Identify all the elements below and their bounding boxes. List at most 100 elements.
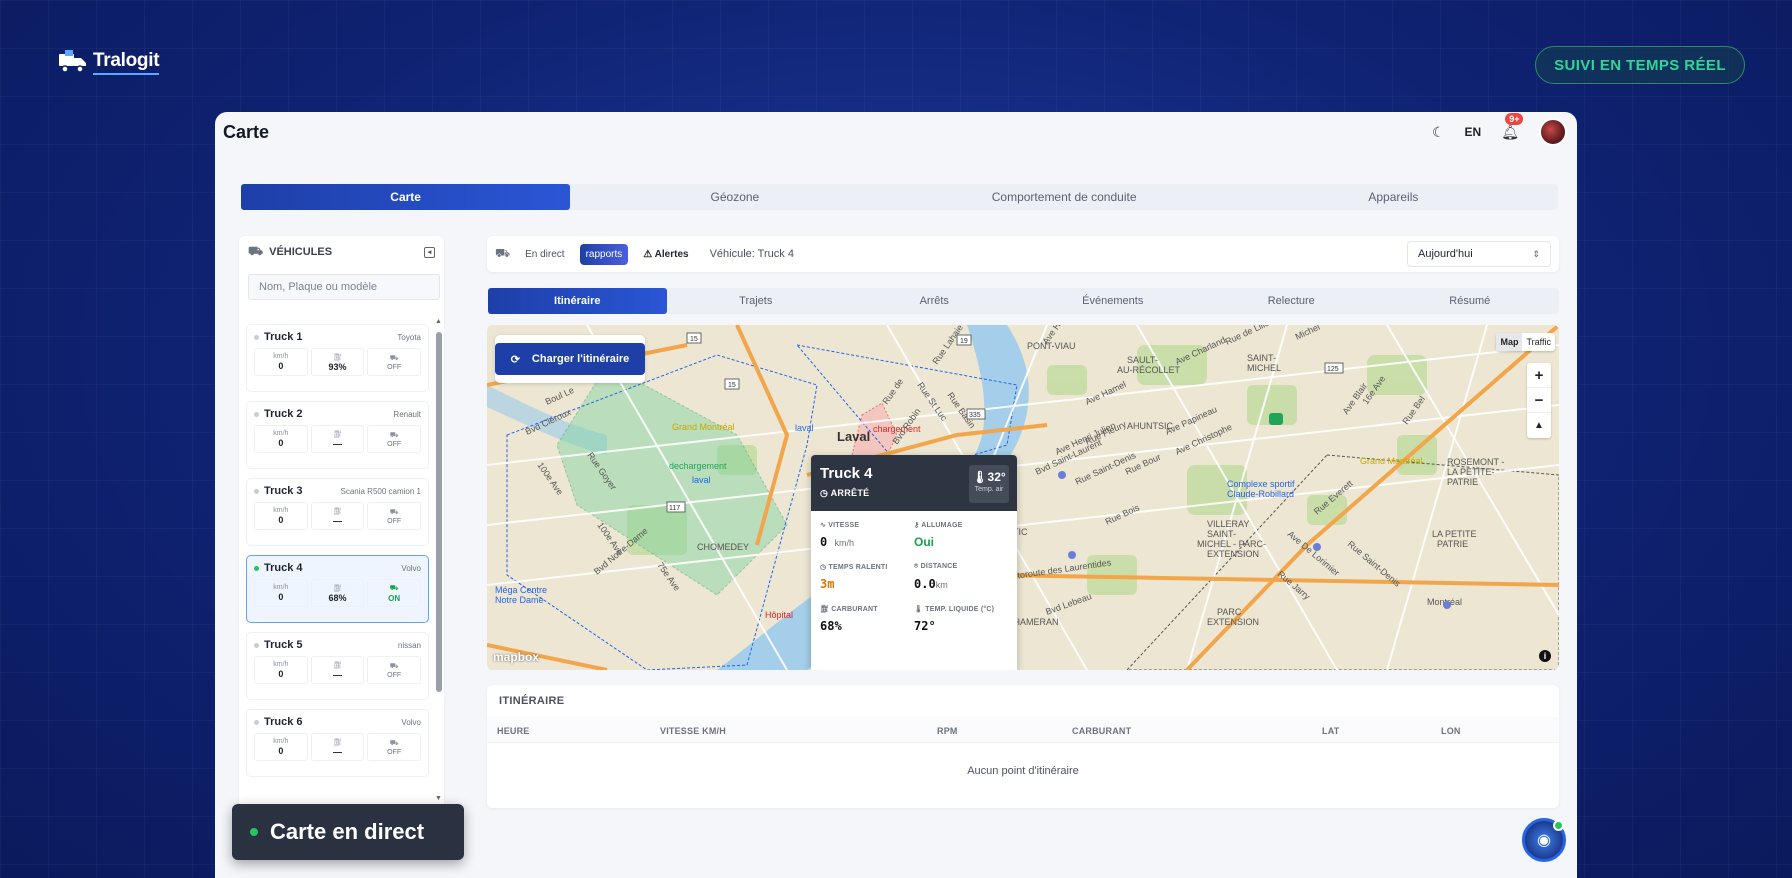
metro-icon xyxy=(1269,413,1283,425)
brand-logo[interactable]: Tralogit xyxy=(57,48,160,76)
language-toggle[interactable]: EN xyxy=(1465,125,1482,139)
tab-itineraire[interactable]: Itinéraire xyxy=(488,288,667,314)
thermometer-icon: 🌡︎ xyxy=(914,606,924,613)
assistant-chat-button[interactable]: ◉ xyxy=(1522,818,1566,862)
tab-trajets[interactable]: Trajets xyxy=(667,288,846,314)
load-route-button[interactable]: ⟳ Charger l'itinéraire xyxy=(495,343,645,375)
scroll-down-icon[interactable]: ▼ xyxy=(435,795,442,802)
map-type-traffic[interactable]: Traffic xyxy=(1522,333,1555,351)
status-dot xyxy=(254,488,259,494)
place-parc: PARC xyxy=(1217,607,1242,617)
speed-value: 0 xyxy=(278,438,284,448)
live-button[interactable]: En direct xyxy=(519,244,570,265)
tab-evenements[interactable]: Événements xyxy=(1024,288,1203,314)
vehicle-search-input[interactable]: Nom, Plaque ou modèle xyxy=(248,274,440,300)
air-temp-value: 32° xyxy=(987,470,1006,484)
tab-comportement[interactable]: Comportement de conduite xyxy=(900,184,1229,210)
pin-icon: ⌾ xyxy=(914,563,919,570)
mapbox-logo[interactable]: mapbox xyxy=(493,650,539,664)
scroll-up-icon[interactable]: ▲ xyxy=(435,318,442,325)
zoom-out-icon[interactable]: − xyxy=(1527,388,1551,413)
live-map-toast: Carte en direct xyxy=(232,804,464,860)
route-15-b: 15 xyxy=(728,382,736,389)
speed-value: 0 xyxy=(278,746,284,756)
page-title: Carte xyxy=(223,122,270,142)
toast-text: Carte en direct xyxy=(270,819,425,844)
ignition-stat: ⛟ OFF xyxy=(367,425,422,453)
tab-arrets[interactable]: Arrêts xyxy=(845,288,1024,314)
tab-resume[interactable]: Résumé xyxy=(1381,288,1560,314)
vehicle-card-truck-3[interactable]: Truck 3 Scania R500 camion 1 km/h 0 ⛽︎ — ⛟ O… xyxy=(246,478,429,546)
col-heure[interactable]: HEURE xyxy=(497,726,530,736)
metric-value: 3m xyxy=(820,577,835,591)
load-route-panel: ⟳ Charger l'itinéraire xyxy=(495,335,645,383)
ignition-stat: ⛟ OFF xyxy=(367,502,422,530)
vehicle-card-truck-5[interactable]: Truck 5 nissan km/h 0 ⛽︎ — ⛟ OFF xyxy=(246,632,429,700)
ignition-value: OFF xyxy=(387,363,402,371)
col-lat[interactable]: LAT xyxy=(1322,726,1339,736)
poi-icon xyxy=(1443,601,1451,609)
place-hopital: Hôpital xyxy=(765,610,793,620)
moon-icon[interactable]: ☾ xyxy=(1432,124,1445,141)
geofence-label-laval: laval xyxy=(692,475,711,485)
col-carburant[interactable]: CARBURANT xyxy=(1072,726,1131,736)
col-vitesse[interactable]: VITESSE KM/H xyxy=(660,726,726,736)
map-canvas: Laval PONT-VIAU SAULT- AU-RÉCOLLET SAINT… xyxy=(487,325,1559,670)
itinerary-panel: ITINÉRAIRE HEURE VITESSE KM/H RPM CARBUR… xyxy=(487,685,1559,808)
live-tracking-badge[interactable]: SUIVI EN TEMPS RÉEL xyxy=(1535,46,1745,84)
reports-button[interactable]: rapports xyxy=(579,243,629,265)
fuel-stat: ⛽︎ — xyxy=(310,425,365,453)
clock-icon: ◷ xyxy=(820,488,829,498)
col-rpm[interactable]: RPM xyxy=(937,726,958,736)
metric-value: 68% xyxy=(820,619,842,633)
alerts-button[interactable]: ⚠ Alertes xyxy=(637,244,694,265)
vehicle-card-truck-6[interactable]: Truck 6 Volvo km/h 0 ⛽︎ — ⛟ OFF xyxy=(246,709,429,777)
chevron-updown-icon: ⇕ xyxy=(1532,248,1540,259)
metric-fuel: ⛽︎ CARBURANT 68% xyxy=(820,605,914,633)
place-chomedey: CHOMEDEY xyxy=(697,542,749,552)
tab-appareils[interactable]: Appareils xyxy=(1229,184,1558,210)
metric-value: 72° xyxy=(914,619,936,633)
bell-icon[interactable]: 🔔︎ 9+ xyxy=(1501,112,1524,141)
avatar[interactable] xyxy=(1539,118,1567,146)
metric-distance: ⌾ DISTANCE 0.0km xyxy=(914,563,1008,591)
fuel-icon: ⛽︎ xyxy=(820,606,830,613)
brand-name: Tralogit xyxy=(93,50,160,75)
map-view[interactable]: Laval PONT-VIAU SAULT- AU-RÉCOLLET SAINT… xyxy=(487,325,1559,670)
ignition-stat: ⛟ OFF xyxy=(367,656,422,684)
geofence-label-dechargement: dechargement xyxy=(669,461,727,471)
vehicle-card-truck-4[interactable]: Truck 4 Volvo km/h 0 ⛽︎ 68% ⛟ ON xyxy=(246,555,429,623)
zoom-in-icon[interactable]: + xyxy=(1527,363,1551,388)
fuel-icon: ⛽︎ xyxy=(333,661,342,669)
sidebar-title: VÉHICULES xyxy=(269,246,333,258)
tab-relecture[interactable]: Relecture xyxy=(1202,288,1381,314)
speed-stat: km/h 0 xyxy=(254,502,308,530)
vehicle-card-truck-2[interactable]: Truck 2 Renault km/h 0 ⛽︎ — ⛟ OFF xyxy=(246,401,429,469)
map-type-map[interactable]: Map xyxy=(1496,333,1523,351)
place-patrie: PATRIE xyxy=(1447,477,1478,487)
vehicle-card-truck-1[interactable]: Truck 1 Toyota km/h 0 ⛽︎ 93% ⛟ OFF xyxy=(246,324,429,392)
place-notre-dame: Notre Dame xyxy=(495,595,544,605)
speed-value: 0 xyxy=(278,361,284,371)
tab-carte[interactable]: Carte xyxy=(241,184,571,210)
sidebar-header: ⛟ VÉHICULES ◂ xyxy=(239,236,444,268)
collapse-sidebar-icon[interactable]: ◂ xyxy=(424,246,435,258)
fuel-stat: ⛽︎ — xyxy=(310,502,365,530)
col-lon[interactable]: LON xyxy=(1441,726,1461,736)
metric-ignition: ⚷ ALLUMAGE Oui xyxy=(914,521,1008,549)
info-icon[interactable]: i xyxy=(1539,650,1551,662)
tab-geozone[interactable]: Géozone xyxy=(570,184,899,210)
metric-unit: km/h xyxy=(834,538,854,548)
metric-value: 0.0 xyxy=(914,577,936,591)
truck-logo-icon xyxy=(57,48,89,76)
metric-coolant: 🌡︎ TEMP. LIQUIDE (°C) 72° xyxy=(914,605,1008,633)
fuel-icon: ⛽︎ xyxy=(333,507,342,515)
sidebar-scrollbar[interactable]: ▲ ▼ xyxy=(435,318,442,802)
compass-icon[interactable]: ▲ xyxy=(1527,413,1551,438)
fuel-stat: ⛽︎ 93% xyxy=(310,348,365,376)
date-range-select[interactable]: Aujourd'hui ⇕ xyxy=(1407,241,1551,267)
selected-vehicle-label: Véhicule: Truck 4 xyxy=(709,248,794,260)
vehicle-name: Truck 2 xyxy=(264,408,303,420)
scrollbar-thumb[interactable] xyxy=(436,332,442,692)
vehicle-brand: Volvo xyxy=(401,563,421,573)
